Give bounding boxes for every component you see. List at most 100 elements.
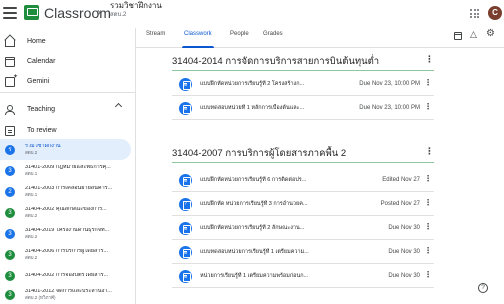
class-badge: ร	[5, 144, 15, 155]
classwork-item[interactable]: แบบทดสอบหน่วยการเรียนรู้ที่ 1 เตรียมความ…	[172, 241, 434, 264]
classwork-item-due: Due Nov 30	[388, 249, 420, 255]
topic-title[interactable]: 31404-2014 การจัดการบริการสายการบินต้นทุ…	[172, 54, 379, 69]
class-badge: 3	[5, 228, 15, 239]
sidebar-item-home[interactable]: Home	[0, 32, 131, 51]
sidebar-item-label: To review	[27, 127, 57, 134]
classwork-item-due: Due Nov 30	[388, 225, 420, 231]
topic-divider	[172, 70, 434, 71]
quiz-icon	[179, 197, 192, 211]
classroom-logo-icon[interactable]	[24, 5, 39, 20]
topic-divider	[172, 162, 434, 163]
classwork-item[interactable]: แบบฝึกหัดหน่วยการเรียนรู้ที่ 2 โครงสร้าง…	[172, 73, 434, 96]
more-vert-icon[interactable]: ⋮	[424, 79, 432, 87]
help-icon[interactable]: ?	[478, 283, 488, 293]
class-section: สดบ.2	[25, 233, 38, 239]
classwork-item[interactable]: แบบฝึกหัดหน่วยการเรียนรู้ที่ 6 การติดต่อ…	[172, 169, 434, 192]
class-name: 31401-2009 กฎหมายและพิธีการศุ...	[25, 164, 111, 170]
sidebar-item-label: Teaching	[27, 106, 56, 113]
class-name: 31404-2002 คุณลักษณะของการ...	[25, 206, 107, 212]
more-vert-icon[interactable]: ⋮	[424, 103, 432, 111]
assignment-icon	[179, 269, 192, 283]
class-name: 21401-2003 การเคลื่อนย้ายสินค้าร...	[25, 185, 113, 191]
class-badge: 2	[5, 186, 15, 197]
class-tabs: Stream Classwork People Grades ⚙	[136, 28, 504, 48]
breadcrumb-class-section: สดบ.2	[110, 12, 127, 18]
more-vert-icon[interactable]: ⋮	[424, 223, 432, 231]
assignment-icon	[179, 101, 192, 115]
review-icon	[5, 125, 15, 136]
sidebar-class-item[interactable]: ร รวมวิชาฝึกงาน สดบ.2	[0, 139, 131, 160]
class-name: 31401-2012 จัดการและประสานงา...	[25, 288, 112, 294]
class-badge: 3	[5, 289, 15, 300]
classwork-item-title: แบบทดสอบหน่วยการเรียนรู้ที่ 1 เตรียมความ…	[200, 249, 309, 255]
more-vert-icon[interactable]: ⋮	[424, 271, 432, 279]
more-vert-icon[interactable]: ⋮	[424, 199, 432, 207]
classwork-item-title: แบบทดสอบหน่วยที่ 1 หลักการเบื้องต้นและ..…	[200, 105, 305, 111]
sidebar-class-item[interactable]: 2 21401-2003 การเคลื่อนย้ายสินค้าร... สดบ…	[0, 181, 131, 202]
sidebar-class-item[interactable]: 3 31404-2002 คุณลักษณะของการ... สดบ.2	[0, 202, 131, 223]
sidebar-divider	[0, 92, 136, 93]
avatar[interactable]: C	[488, 6, 502, 20]
sidebar-item-gemini[interactable]: Gemini	[0, 72, 131, 91]
sidebar-class-item[interactable]: 3 31401-2012 จัดการและประสานงา... สดบ.2 (…	[0, 284, 131, 304]
classwork-item-due: Due Nov 23, 10:00 PM	[359, 105, 420, 111]
assignment-icon	[179, 173, 192, 187]
classwork-item[interactable]: แบบฝึกหัดหน่วยการเรียนรู้ที่ 2 ลักษณะงาน…	[172, 217, 434, 240]
classwork-item-due: Due Nov 30	[388, 273, 420, 279]
sidebar-class-item[interactable]: 3 31404-2019 โครงงานด้านธุรกิจท... สดบ.2	[0, 223, 131, 244]
more-vert-icon[interactable]: ⋮	[425, 55, 434, 64]
class-section: สดบ.1	[25, 170, 38, 176]
class-name: 31404-2006 การบริการผู้โดยสาร...	[25, 248, 109, 254]
sidebar-item-calendar[interactable]: Calendar	[0, 52, 131, 71]
tab-stream[interactable]: Stream	[146, 31, 165, 48]
class-badge: 3	[5, 165, 15, 176]
more-vert-icon[interactable]: ⋮	[424, 175, 432, 183]
classwork-item-status: Edited Nov 27	[382, 177, 420, 183]
assignment-icon	[179, 221, 192, 235]
more-vert-icon[interactable]: ⋮	[425, 147, 434, 156]
people-icon	[5, 104, 15, 115]
assignment-icon	[179, 77, 192, 91]
classwork-content: 31404-2014 การจัดการบริการสายการบินต้นทุ…	[136, 48, 504, 304]
tab-people[interactable]: People	[230, 31, 249, 48]
gemini-icon	[5, 73, 18, 87]
sidebar-class-item[interactable]: 3 31401-2009 กฎหมายและพิธีการศุ... สดบ.1	[0, 160, 131, 181]
assignment-icon	[179, 245, 192, 259]
calendar-icon	[5, 56, 15, 67]
classwork-item-title: แบบฝึกหัด หน่วยการเรียนรู้ที่ 3 การอำนวย…	[200, 201, 308, 207]
topic-title[interactable]: 31404-2007 การบริการผู้โดยสารภาคพื้น 2	[172, 146, 346, 161]
class-section: สดบ.2	[25, 212, 38, 218]
breadcrumb-chevron-icon: ›	[97, 5, 101, 19]
sidebar: Home Calendar Gemini Teaching To review …	[0, 28, 136, 304]
classwork-item-status: Posted Nov 27	[380, 201, 420, 207]
classwork-item-due: Due Nov 23, 10:00 PM	[359, 81, 420, 87]
drive-icon[interactable]	[470, 29, 479, 40]
sidebar-item-label: Home	[27, 38, 46, 45]
breadcrumb[interactable]: รวมวิชาฝึกงาน สดบ.2	[110, 2, 162, 19]
sidebar-item-label: Calendar	[27, 58, 56, 65]
calendar-icon[interactable]	[454, 32, 462, 40]
classwork-item-title: แบบฝึกหัดหน่วยการเรียนรู้ที่ 2 ลักษณะงาน…	[200, 225, 305, 231]
settings-icon[interactable]: ⚙	[486, 29, 495, 39]
more-vert-icon[interactable]: ⋮	[424, 247, 432, 255]
class-section: สดบ.1	[25, 191, 38, 197]
classwork-item[interactable]: แบบทดสอบหน่วยที่ 1 หลักการเบื้องต้นและ..…	[172, 97, 434, 120]
tab-classwork[interactable]: Classwork	[182, 31, 214, 48]
classwork-item[interactable]: แบบฝึกหัด หน่วยการเรียนรู้ที่ 3 การอำนวย…	[172, 193, 434, 216]
sidebar-class-item[interactable]: 3 31404-2006 การบริการผู้โดยสาร... สดบ.2	[0, 244, 131, 265]
classwork-item-title: แบบฝึกหัดหน่วยการเรียนรู้ที่ 2 โครงสร้าง…	[200, 81, 305, 87]
classwork-item[interactable]: หน่วยการเรียนรู้ที่ 1 เตรียมความพร้อมก่อ…	[172, 265, 434, 288]
sidebar-item-to-review[interactable]: To review	[0, 121, 131, 140]
classwork-item-title: หน่วยการเรียนรู้ที่ 1 เตรียมความพร้อมก่อ…	[200, 273, 309, 279]
class-name: 31404-2002 การจองบัตรโดยสาร...	[25, 272, 109, 278]
class-name: รวมวิชาฝึกงาน	[25, 143, 61, 149]
chevron-up-icon[interactable]	[114, 102, 123, 111]
apps-grid-icon[interactable]	[470, 9, 479, 18]
sidebar-class-item[interactable]: 3 31404-2002 การจองบัตรโดยสาร...	[0, 265, 131, 286]
class-badge: 3	[5, 270, 15, 281]
sidebar-item-teaching[interactable]: Teaching	[0, 100, 131, 119]
home-icon	[5, 39, 15, 47]
tab-grades[interactable]: Grades	[263, 31, 283, 48]
class-badge: 3	[5, 249, 15, 260]
menu-icon[interactable]	[3, 7, 17, 19]
